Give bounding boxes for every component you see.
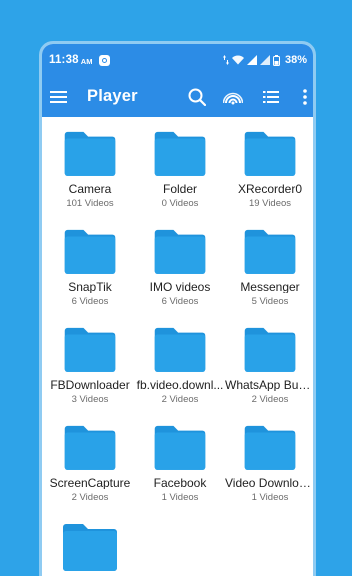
folder-name: FBDownloader xyxy=(50,377,130,391)
folder-item[interactable]: XRecorder0 19 Videos xyxy=(225,131,313,209)
folder-video-count: 6 Videos xyxy=(71,296,109,307)
folder-icon xyxy=(154,131,206,176)
folder-icon xyxy=(154,425,206,470)
folder-video-count: 101 Videos xyxy=(66,198,114,209)
folder-video-count: 0 Videos xyxy=(161,198,199,209)
folder-name: ScreenCapture xyxy=(49,475,131,489)
folder-item[interactable]: Folder 0 Videos xyxy=(135,131,225,209)
status-time: 11:38 xyxy=(49,54,79,66)
folder-item[interactable]: WhatsApp Busi... 2 Videos xyxy=(225,327,315,405)
folder-icon xyxy=(244,131,296,176)
folder-item[interactable]: Facebook 1 Videos xyxy=(135,425,225,503)
folder-item[interactable]: fb.video.downl... 2 Videos xyxy=(135,327,225,405)
folder-icon xyxy=(244,425,296,470)
folder-video-count: 3 Videos xyxy=(71,394,109,405)
folder-item[interactable] xyxy=(45,523,135,576)
cast-icon[interactable] xyxy=(223,88,243,106)
folder-icon xyxy=(64,327,116,372)
list-view-icon[interactable] xyxy=(263,90,279,104)
folder-item[interactable]: Messenger 5 Videos xyxy=(225,229,313,307)
folder-name: Video Downloa... xyxy=(225,475,315,489)
folder-item[interactable]: FBDownloader 3 Videos xyxy=(45,327,135,405)
folder-icon xyxy=(244,229,296,274)
folder-video-count: 6 Videos xyxy=(161,296,199,307)
folder-icon xyxy=(64,425,116,470)
folder-icon xyxy=(63,524,117,571)
folder-name: WhatsApp Busi... xyxy=(225,377,315,391)
battery-percent: 38% xyxy=(284,54,307,66)
search-icon[interactable] xyxy=(188,88,206,106)
app-title: Player xyxy=(87,87,138,105)
status-ampm: AM xyxy=(80,56,93,66)
folder-name: Folder xyxy=(162,181,197,195)
folder-name: fb.video.downl... xyxy=(136,377,224,391)
folder-icon xyxy=(154,229,206,274)
folder-video-count: 2 Videos xyxy=(71,492,109,503)
status-bar: 11:38 AM 38% xyxy=(42,44,313,76)
folder-grid: Camera 101 Videos Folder 0 Videos XRecor… xyxy=(42,117,313,576)
folder-name: Messenger xyxy=(240,279,300,293)
more-vert-icon[interactable] xyxy=(303,88,307,105)
notification-app-icon xyxy=(99,54,111,66)
folder-item[interactable]: SnapTik 6 Videos xyxy=(45,229,135,307)
folder-video-count: 1 Videos xyxy=(251,492,289,503)
folder-name: XRecorder0 xyxy=(237,181,303,195)
folder-video-count: 2 Videos xyxy=(251,394,289,405)
signal-icon-2 xyxy=(259,55,270,65)
folder-name: SnapTik xyxy=(68,279,112,293)
phone-frame: 11:38 AM 38% Player Camera 101 Videos Fo… xyxy=(39,41,316,576)
folder-video-count: 5 Videos xyxy=(251,296,289,307)
battery-icon xyxy=(272,54,280,66)
folder-item[interactable]: Video Downloa... 1 Videos xyxy=(225,425,315,503)
folder-name: Facebook xyxy=(153,475,207,489)
folder-icon xyxy=(64,229,116,274)
folder-icon xyxy=(244,327,296,372)
wifi-icon xyxy=(231,55,244,65)
app-bar: Player xyxy=(42,76,313,117)
signal-icon xyxy=(246,55,257,65)
data-arrows-icon xyxy=(222,55,229,65)
folder-name: IMO videos xyxy=(149,279,211,293)
system-icons: 38% xyxy=(222,54,307,66)
folder-video-count: 19 Videos xyxy=(248,198,292,209)
folder-icon xyxy=(154,327,206,372)
folder-video-count: 2 Videos xyxy=(161,394,199,405)
folder-item[interactable]: Camera 101 Videos xyxy=(45,131,135,209)
folder-item[interactable]: ScreenCapture 2 Videos xyxy=(45,425,135,503)
folder-video-count: 1 Videos xyxy=(161,492,199,503)
menu-icon[interactable] xyxy=(50,90,67,104)
folder-item[interactable]: IMO videos 6 Videos xyxy=(135,229,225,307)
folder-icon xyxy=(64,131,116,176)
folder-name: Camera xyxy=(68,181,112,195)
